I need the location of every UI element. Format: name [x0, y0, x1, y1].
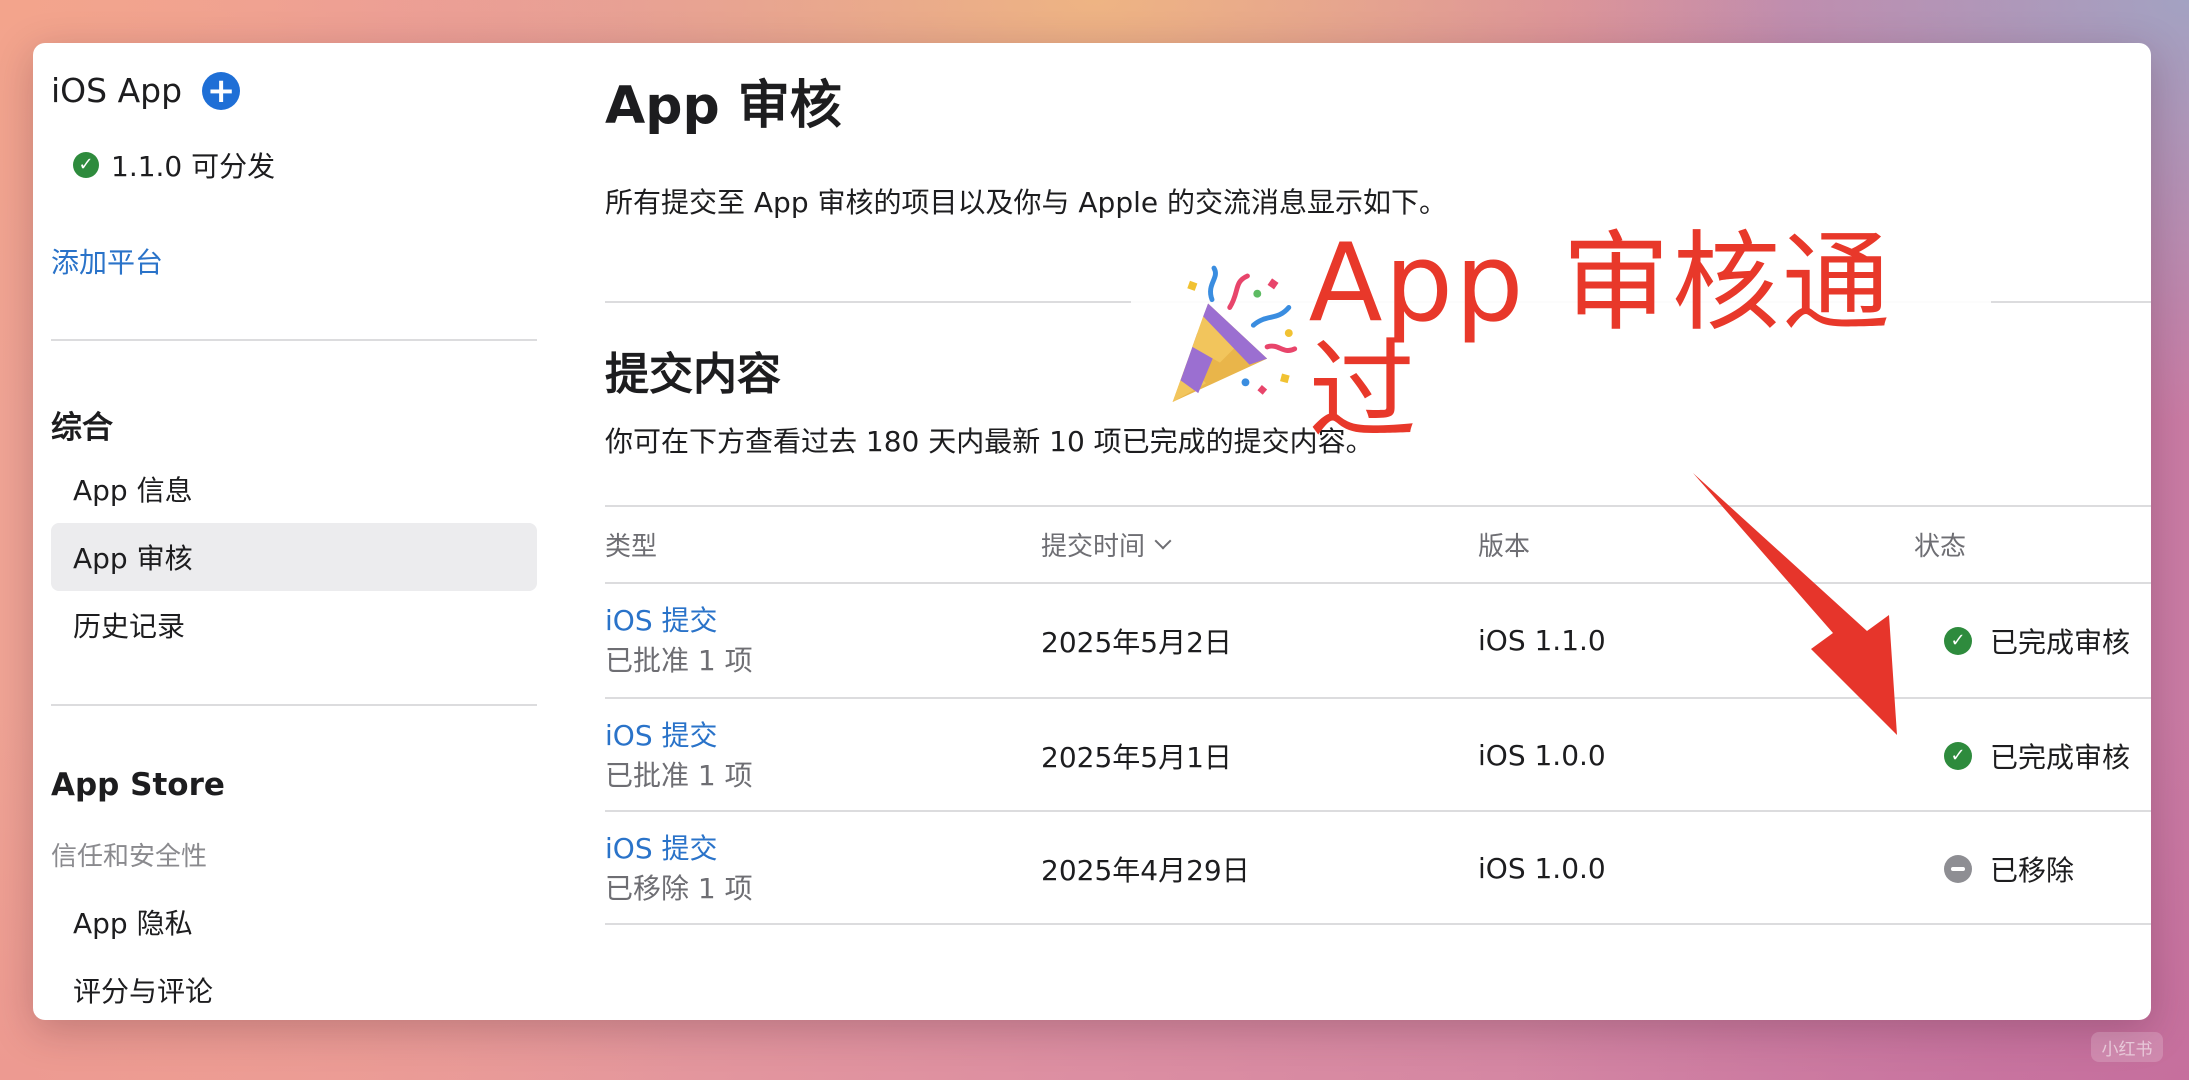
- app-header: iOS App +: [51, 71, 241, 110]
- check-circle-icon: ✓: [73, 152, 99, 178]
- status-label: 已移除: [1990, 853, 2075, 887]
- sidebar-subsection-trust: 信任和安全性: [51, 842, 208, 872]
- column-header-label: 提交时间: [1041, 532, 1146, 562]
- column-header-status: 状态: [1914, 526, 1966, 563]
- row-divider: [605, 923, 2151, 925]
- sidebar-item-app-privacy[interactable]: App 隐私: [51, 888, 537, 956]
- version-status-label: 1.1.0 可分发: [111, 150, 276, 183]
- status-cell: 已移除: [1944, 812, 2074, 925]
- type-cell: iOS 提交 已批准 1 项: [605, 584, 753, 697]
- table-row: iOS 提交 已移除 1 项 2025年4月29日 iOS 1.0.0 已移除: [605, 812, 2151, 925]
- submission-link[interactable]: iOS 提交: [605, 829, 718, 869]
- sidebar-item-app-info[interactable]: App 信息: [51, 455, 537, 523]
- status-cell: ✓ 已完成审核: [1944, 699, 2130, 812]
- add-platform-link[interactable]: 添加平台: [51, 241, 163, 281]
- status-cell: ✓ 已完成审核: [1944, 584, 2130, 697]
- status-label: 已完成审核: [1990, 740, 2131, 774]
- type-cell: iOS 提交 已移除 1 项: [605, 812, 753, 925]
- submission-detail: 已移除 1 项: [605, 871, 753, 905]
- sidebar-divider: [51, 704, 537, 706]
- app-window: iOS App + ✓ 1.1.0 可分发 添加平台 综合 App 信息 App…: [33, 43, 2151, 1020]
- main-content: App 审核 所有提交至 App 审核的项目以及你与 Apple 的交流消息显示…: [605, 43, 2151, 1020]
- type-cell: iOS 提交 已批准 1 项: [605, 699, 753, 812]
- date-cell: 2025年5月1日: [1041, 740, 1232, 774]
- watermark-logo: 小红书: [2091, 1032, 2163, 1062]
- submission-detail: 已批准 1 项: [605, 758, 753, 792]
- minus-circle-icon: [1944, 854, 1972, 883]
- app-title: iOS App: [51, 71, 183, 110]
- column-header-label: 状态: [1914, 532, 1967, 562]
- table-row: iOS 提交 已批准 1 项 2025年5月2日 iOS 1.1.0 ✓ 已完成…: [605, 584, 2151, 697]
- review-passed-annotation: App 审核通过: [1131, 230, 1991, 446]
- version-cell: iOS 1.0.0: [1478, 739, 1606, 772]
- sidebar-item-ratings-reviews[interactable]: 评分与评论: [51, 956, 537, 1020]
- sidebar-divider: [51, 339, 537, 341]
- column-header-version: 版本: [1478, 526, 1530, 563]
- sidebar-section-app-store: App Store: [51, 767, 225, 803]
- column-header-label: 版本: [1478, 532, 1531, 562]
- date-cell: 2025年4月29日: [1041, 853, 1250, 887]
- version-status[interactable]: ✓ 1.1.0 可分发: [73, 145, 275, 185]
- check-circle-icon: ✓: [1944, 741, 1972, 770]
- column-header-submit-time[interactable]: 提交时间: [1041, 526, 1172, 563]
- page-title: App 审核: [605, 76, 842, 136]
- submissions-title: 提交内容: [605, 349, 781, 400]
- chevron-down-icon: [1154, 532, 1172, 549]
- version-cell: iOS 1.0.0: [1478, 852, 1606, 885]
- submissions-description: 你可在下方查看过去 180 天内最新 10 项已完成的提交内容。: [605, 425, 1374, 458]
- column-header-type: 类型: [605, 526, 657, 563]
- table-top-divider: [605, 505, 2151, 507]
- status-label: 已完成审核: [1990, 625, 2131, 659]
- check-circle-icon: ✓: [1944, 626, 1972, 655]
- table-row: iOS 提交 已批准 1 项 2025年5月1日 iOS 1.0.0 ✓ 已完成…: [605, 699, 2151, 812]
- version-cell: iOS 1.1.0: [1478, 624, 1606, 657]
- sidebar: iOS App + ✓ 1.1.0 可分发 添加平台 综合 App 信息 App…: [33, 43, 553, 1020]
- add-version-icon[interactable]: +: [202, 71, 241, 110]
- submission-link[interactable]: iOS 提交: [605, 601, 718, 641]
- sidebar-section-general: 综合: [51, 410, 113, 446]
- date-cell: 2025年5月2日: [1041, 625, 1232, 659]
- review-passed-text: App 审核通过: [1308, 221, 1892, 454]
- page-description: 所有提交至 App 审核的项目以及你与 Apple 的交流消息显示如下。: [605, 186, 1448, 219]
- red-arrow-icon: [1693, 473, 1897, 735]
- sidebar-item-history[interactable]: 历史记录: [51, 591, 537, 659]
- submission-detail: 已批准 1 项: [605, 643, 753, 677]
- submission-link[interactable]: iOS 提交: [605, 716, 718, 756]
- watermark-text: 小红书: [2101, 1039, 2153, 1060]
- column-header-label: 类型: [605, 532, 658, 562]
- sidebar-item-app-review[interactable]: App 审核: [51, 523, 537, 591]
- party-popper-icon: [1172, 265, 1298, 402]
